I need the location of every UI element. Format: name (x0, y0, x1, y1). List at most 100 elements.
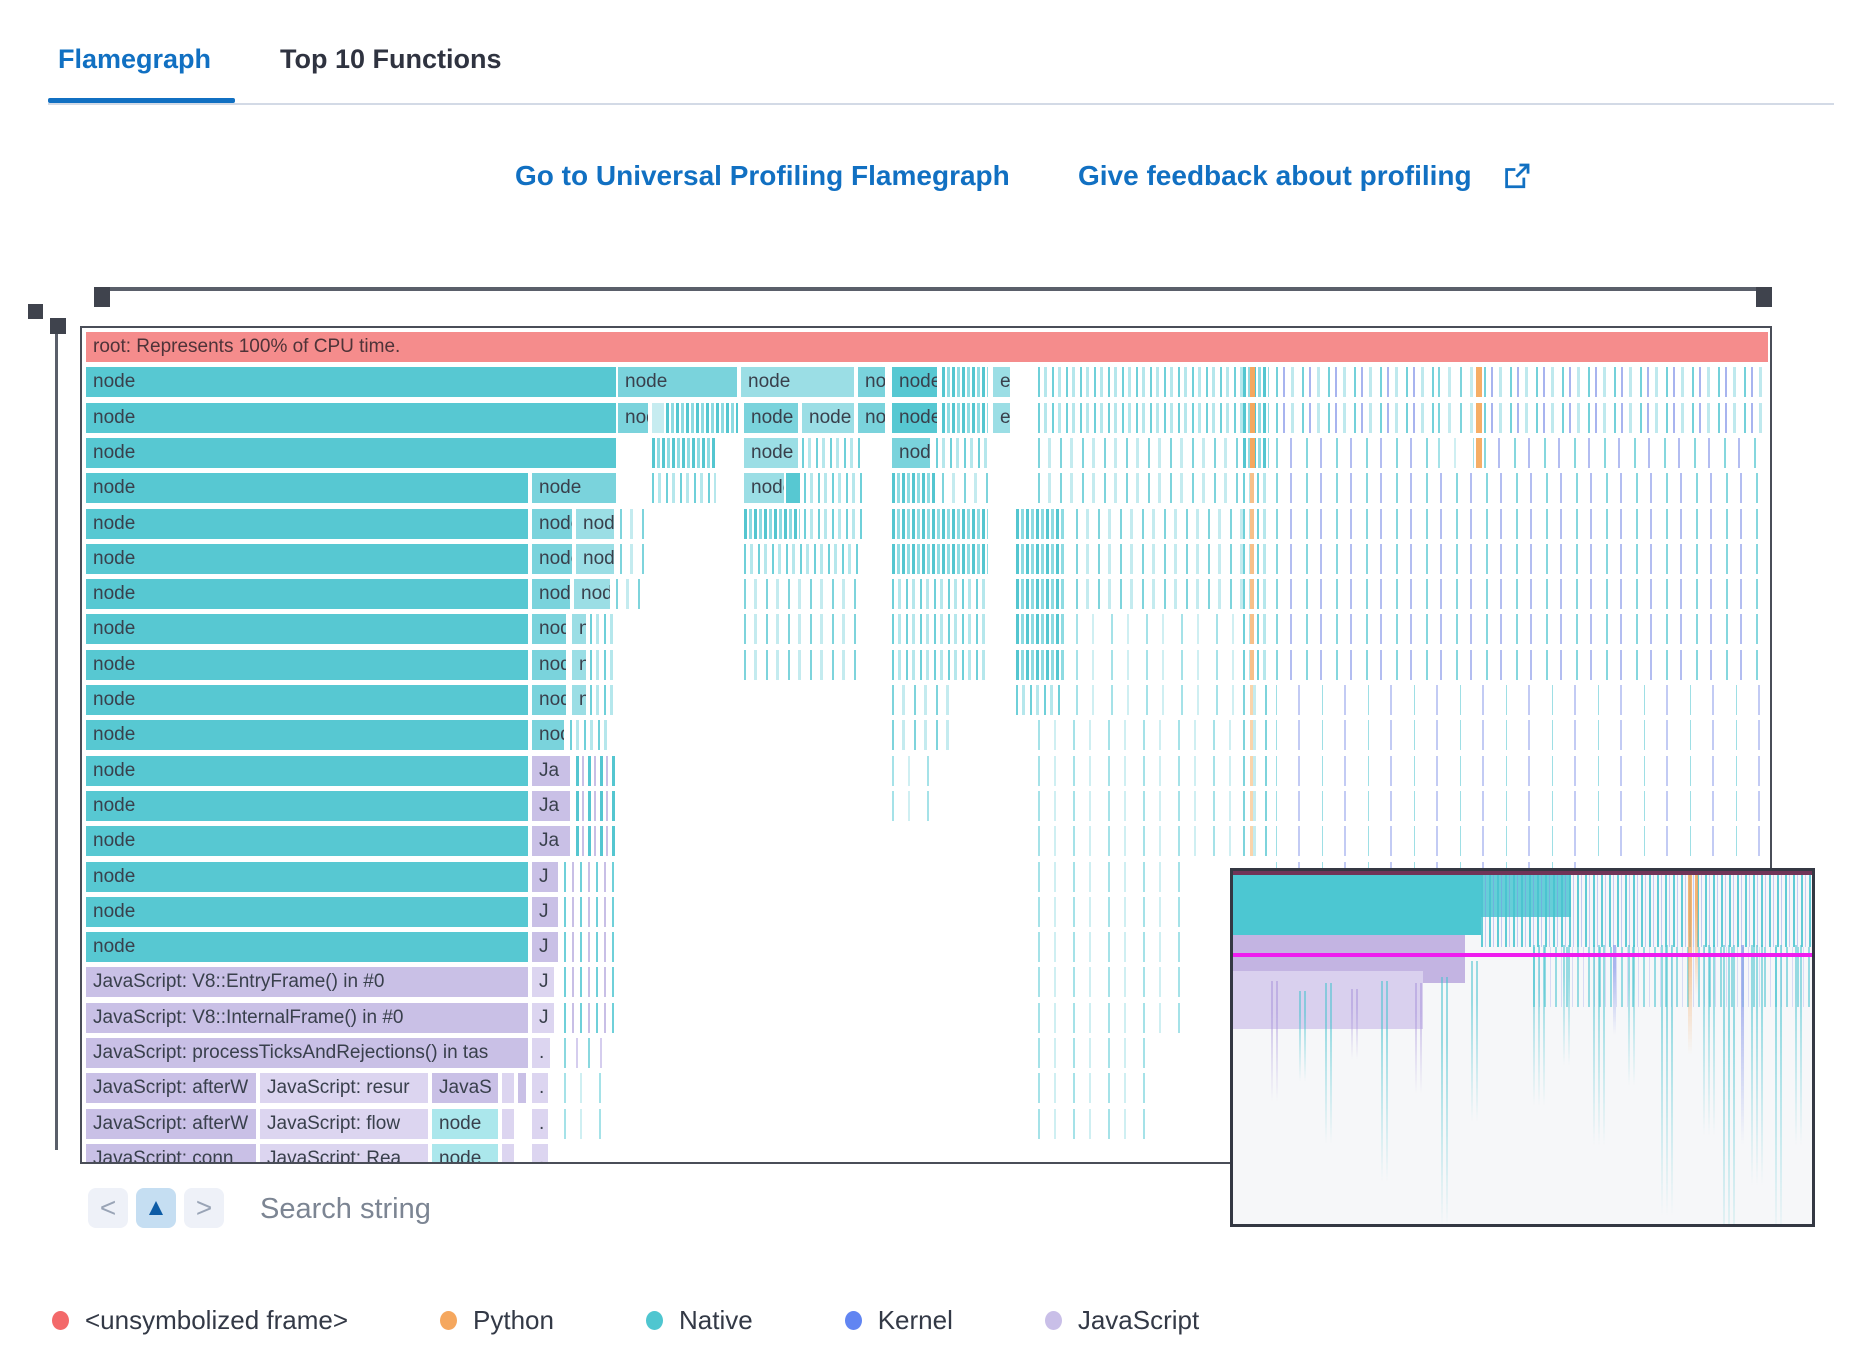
frame-block[interactable]: JavaScript: flow (260, 1109, 428, 1139)
frame-strip[interactable] (652, 438, 716, 468)
frame-block[interactable]: JavaScript: conn (86, 1144, 256, 1164)
frame-strip[interactable] (1243, 579, 1269, 609)
frame-block[interactable]: node (741, 367, 854, 397)
frame-strip[interactable] (616, 579, 640, 609)
frame-block[interactable]: node (744, 438, 798, 468)
frame-block[interactable]: node (576, 509, 614, 539)
frame-strip[interactable] (1243, 438, 1269, 468)
frame-block[interactable]: node (532, 473, 616, 503)
frame-block[interactable]: Ja (532, 791, 570, 821)
frame-strip[interactable] (1243, 367, 1269, 397)
frame-strip[interactable] (502, 1144, 514, 1164)
frame-strip[interactable] (590, 685, 618, 715)
frame-strip[interactable] (1038, 791, 1243, 821)
frame-block[interactable]: node (532, 685, 566, 715)
frame-block[interactable]: node (858, 367, 885, 397)
frame-block[interactable]: JavaScript: V8::InternalFrame() in #0 (86, 1003, 528, 1033)
frame-strip[interactable] (564, 897, 616, 927)
frame-strip[interactable] (892, 509, 988, 539)
frame-block[interactable]: node (86, 473, 528, 503)
frame-strip[interactable] (892, 791, 932, 821)
frame-strip[interactable] (1243, 791, 1269, 821)
frame-block[interactable]: node (86, 438, 616, 468)
frame-block[interactable]: node (86, 544, 528, 574)
frame-block[interactable]: JavaScript: Rea (260, 1144, 428, 1164)
frame-strip[interactable] (1484, 367, 1768, 397)
frame-strip[interactable] (804, 509, 862, 539)
frame-block[interactable]: node (86, 932, 528, 962)
frame-block[interactable]: Ja (532, 826, 570, 856)
frame-strip[interactable] (570, 720, 610, 750)
frame-block[interactable]: J (532, 967, 554, 997)
tab-top-10-functions[interactable]: Top 10 Functions (280, 44, 502, 75)
brush-corner-handle[interactable] (28, 304, 43, 319)
frame-block[interactable]: node (576, 544, 614, 574)
frame-strip[interactable] (1476, 438, 1482, 468)
frame-strip[interactable] (1243, 473, 1269, 503)
frame-strip[interactable] (1276, 826, 1768, 856)
frame-block[interactable]: . (532, 1073, 548, 1103)
frame-strip[interactable] (1076, 685, 1243, 715)
frame-block[interactable]: node (618, 367, 737, 397)
frame-block[interactable]: e (993, 403, 1010, 433)
frame-strip[interactable] (804, 473, 862, 503)
frame-strip[interactable] (1484, 403, 1768, 433)
frame-strip[interactable] (502, 1073, 514, 1103)
frame-strip[interactable] (502, 1109, 514, 1139)
frame-strip[interactable] (1038, 862, 1188, 892)
search-up-button[interactable]: ▲ (136, 1188, 176, 1228)
frame-strip[interactable] (1016, 685, 1064, 715)
frame-block[interactable]: node (86, 756, 528, 786)
frame-strip[interactable] (1243, 614, 1269, 644)
frame-strip[interactable] (576, 791, 618, 821)
frame-strip[interactable] (1276, 756, 1768, 786)
frame-block[interactable]: JavaScript: afterW (86, 1073, 256, 1103)
search-next-button[interactable]: > (184, 1188, 224, 1228)
frame-block[interactable]: node (858, 403, 885, 433)
frame-block[interactable]: node (86, 509, 528, 539)
frame-strip[interactable] (564, 862, 616, 892)
frame-strip[interactable] (1243, 756, 1269, 786)
frame-strip[interactable] (1076, 650, 1243, 680)
frame-block[interactable]: node (618, 403, 648, 433)
frame-strip[interactable] (1243, 685, 1269, 715)
frame-block[interactable]: node (572, 614, 586, 644)
frame-strip[interactable] (1243, 650, 1269, 680)
frame-strip[interactable] (1076, 544, 1243, 574)
frame-block[interactable]: node (86, 579, 528, 609)
frame-strip[interactable] (1276, 403, 1436, 433)
flamegraph-minimap[interactable] (1230, 868, 1815, 1227)
tab-flamegraph[interactable]: Flamegraph (58, 44, 211, 75)
frame-block[interactable]: J (532, 1003, 554, 1033)
frame-strip[interactable] (1016, 614, 1064, 644)
frame-strip[interactable] (892, 544, 988, 574)
frame-strip[interactable] (936, 438, 988, 468)
frame-strip[interactable] (1038, 438, 1243, 468)
frame-strip[interactable] (1038, 367, 1243, 397)
frame-strip[interactable] (1276, 720, 1768, 750)
frame-strip[interactable] (1016, 509, 1064, 539)
frame-strip[interactable] (1243, 720, 1269, 750)
frame-block[interactable]: node (86, 367, 616, 397)
frame-strip[interactable] (1038, 967, 1188, 997)
frame-strip[interactable] (892, 473, 936, 503)
frame-strip[interactable] (564, 1038, 604, 1068)
frame-strip[interactable] (1276, 614, 1768, 644)
frame-strip[interactable] (1243, 826, 1269, 856)
frame-strip[interactable] (1476, 403, 1482, 433)
frame-block[interactable]: node (86, 650, 528, 680)
frame-block[interactable]: node (532, 720, 564, 750)
frame-block[interactable]: node (86, 862, 528, 892)
frame-block[interactable]: node (574, 579, 610, 609)
frame-block[interactable]: J (532, 932, 558, 962)
frame-block[interactable]: JavaScript: V8::EntryFrame() in #0 (86, 967, 528, 997)
frame-strip[interactable] (1276, 791, 1768, 821)
frame-strip[interactable] (564, 1073, 604, 1103)
frame-strip[interactable] (942, 403, 988, 433)
frame-block[interactable]: node (432, 1144, 498, 1164)
frame-block[interactable]: root: Represents 100% of CPU time. (86, 332, 1768, 362)
vertical-brush-handle[interactable] (50, 318, 66, 334)
frame-strip[interactable] (652, 473, 716, 503)
frame-strip[interactable] (1438, 367, 1474, 397)
frame-strip[interactable] (942, 367, 988, 397)
